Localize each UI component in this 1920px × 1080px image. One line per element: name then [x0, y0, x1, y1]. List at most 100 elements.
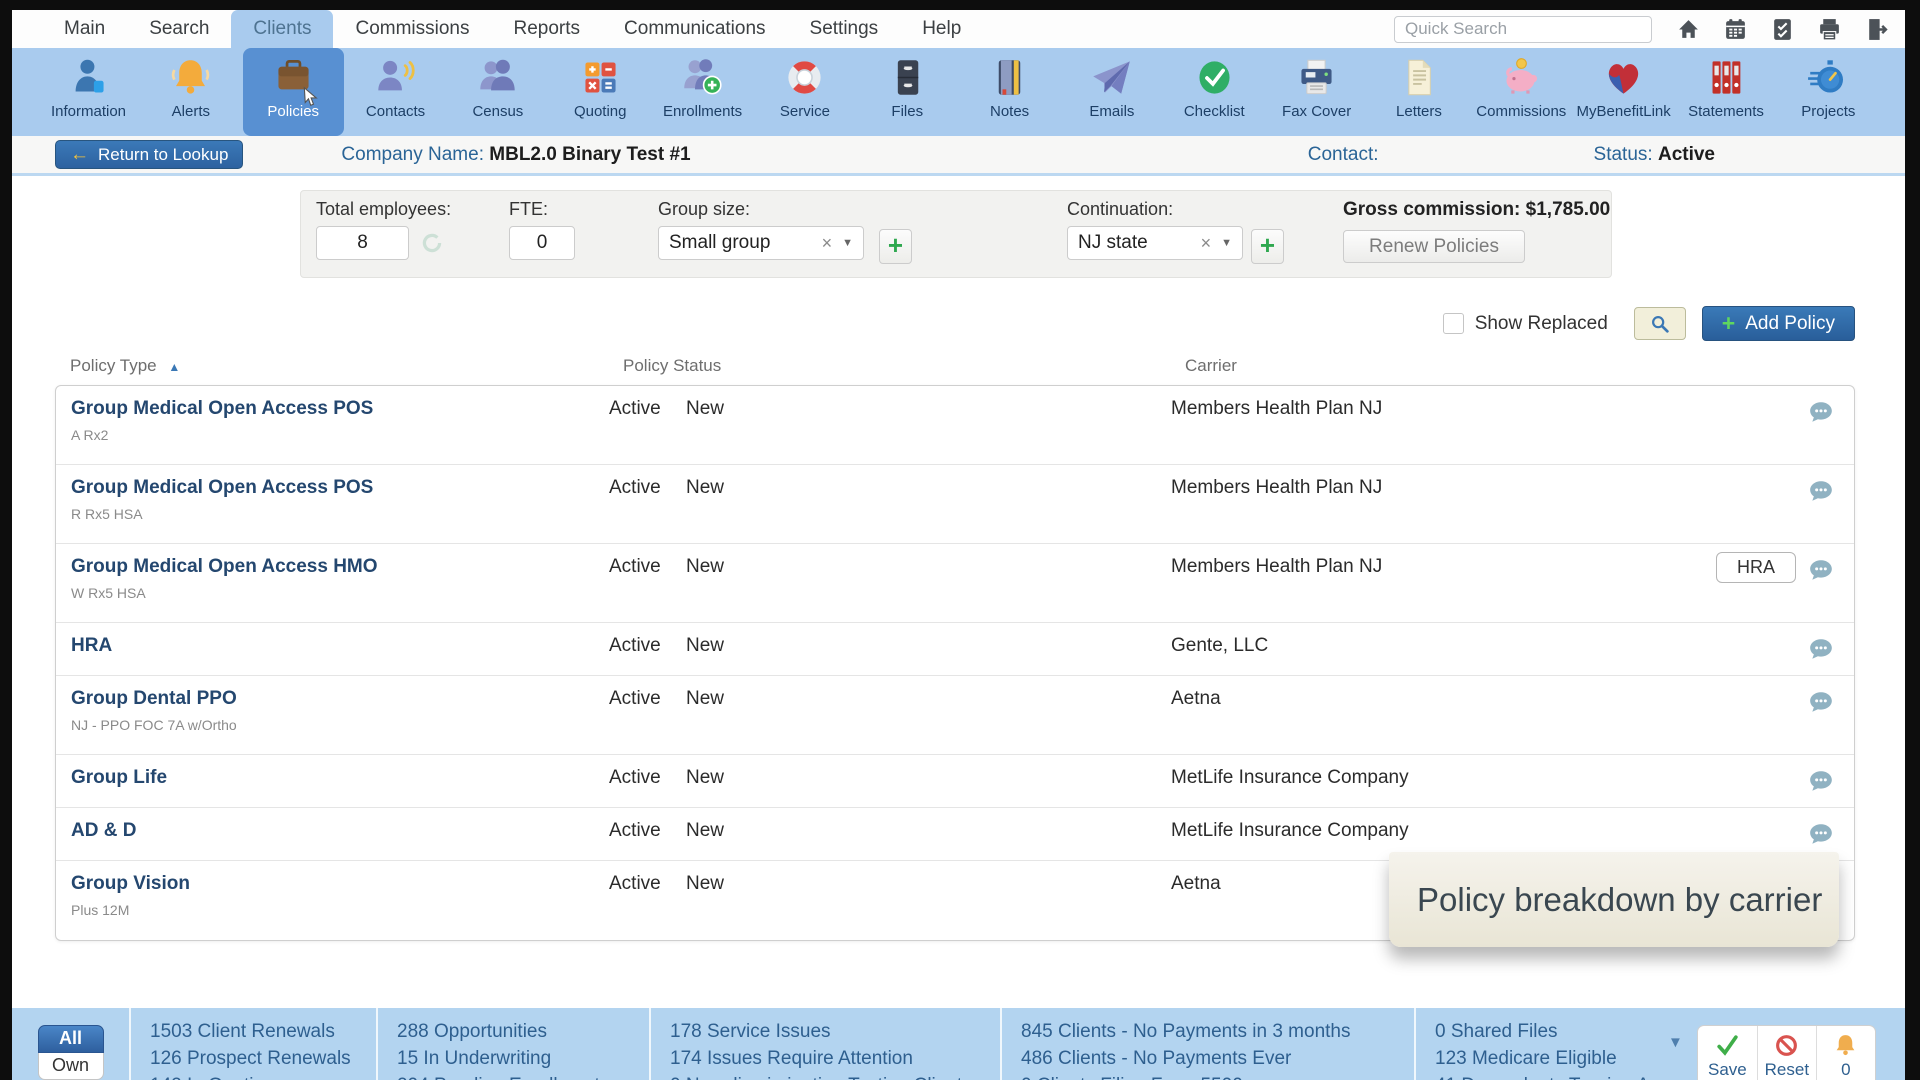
chat-bubble-icon[interactable]: [1808, 636, 1834, 662]
statusbar-link[interactable]: 123 Medicare Eligible: [1435, 1045, 1666, 1072]
continuation-select[interactable]: NJ state × ▼: [1067, 226, 1243, 260]
toolbar-item-contacts[interactable]: Contacts: [345, 48, 446, 136]
policy-type-link[interactable]: Group Medical Open Access POS: [71, 398, 373, 419]
statusbar-link[interactable]: 0 Shared Files: [1435, 1018, 1666, 1045]
quick-search-input[interactable]: [1394, 16, 1652, 43]
column-header-policy-status[interactable]: Policy Status: [623, 356, 1185, 376]
toolbar-item-checklist[interactable]: Checklist: [1164, 48, 1265, 136]
clear-icon[interactable]: ×: [1201, 233, 1212, 254]
topbar-icons: [1676, 17, 1889, 42]
toolbar-item-information[interactable]: Information: [38, 48, 139, 136]
toolbar-item-service[interactable]: Service: [754, 48, 855, 136]
add-group-size-button[interactable]: +: [879, 229, 912, 264]
toolbar-item-emails[interactable]: Emails: [1061, 48, 1162, 136]
chat-bubble-icon[interactable]: [1808, 557, 1834, 583]
statusbar-link[interactable]: 845 Clients - No Payments in 3 months: [1021, 1018, 1414, 1045]
statusbar-filter-own[interactable]: Own: [38, 1053, 104, 1080]
statusbar-link[interactable]: 294 Pending Enrollments: [397, 1072, 649, 1080]
menu-item-commissions[interactable]: Commissions: [333, 10, 491, 48]
statusbar-link[interactable]: 41 Dependents Turning Age: [1435, 1072, 1666, 1080]
renew-policies-button[interactable]: Renew Policies: [1343, 230, 1525, 263]
context-right: Contact: Status: Active: [1308, 144, 1715, 166]
menu-item-search[interactable]: Search: [127, 10, 231, 48]
context-bar: ← Return to Lookup Company Name: MBL2.0 …: [12, 136, 1905, 176]
group-size-value: Small group: [669, 232, 808, 254]
show-replaced-checkbox[interactable]: [1443, 313, 1464, 334]
toolbar-item-census[interactable]: Census: [447, 48, 548, 136]
policy-type-link[interactable]: Group Dental PPO: [71, 688, 237, 709]
return-to-lookup-button[interactable]: ← Return to Lookup: [55, 140, 243, 169]
add-policy-button[interactable]: + Add Policy: [1702, 306, 1855, 341]
group-size-select[interactable]: Small group × ▼: [658, 226, 864, 260]
tasks-icon[interactable]: [1770, 17, 1795, 42]
statusbar-link[interactable]: 1503 Client Renewals: [150, 1018, 376, 1045]
toolbar-item-files[interactable]: Files: [857, 48, 958, 136]
calculator-icon: [579, 56, 622, 99]
calendar-icon[interactable]: [1723, 17, 1748, 42]
menu-item-clients[interactable]: Clients: [231, 10, 333, 48]
column-header-carrier[interactable]: Carrier: [1185, 356, 1855, 376]
policy-type-link[interactable]: HRA: [71, 635, 112, 656]
statusbar-link[interactable]: 0 Non-discrimination Testing Clients: [670, 1072, 1000, 1080]
policy-type-link[interactable]: Group Life: [71, 767, 167, 788]
toolbar-item-quoting[interactable]: Quoting: [550, 48, 651, 136]
add-continuation-button[interactable]: +: [1251, 229, 1284, 264]
policy-type-link[interactable]: Group Medical Open Access HMO: [71, 556, 378, 577]
chat-bubble-icon[interactable]: [1808, 821, 1834, 847]
statusbar-link[interactable]: 0 Clients Filing Form 5500: [1021, 1072, 1414, 1080]
menu-item-reports[interactable]: Reports: [492, 10, 603, 48]
chat-bubble-icon[interactable]: [1808, 478, 1834, 504]
plane-icon: [1090, 56, 1133, 99]
home-icon[interactable]: [1676, 17, 1701, 42]
clear-icon[interactable]: ×: [822, 233, 833, 254]
statusbar-link[interactable]: 174 Issues Require Attention: [670, 1045, 1000, 1072]
policy-type-link[interactable]: Group Medical Open Access POS: [71, 477, 373, 498]
statusbar-link[interactable]: 126 Prospect Renewals: [150, 1045, 376, 1072]
statusbar-filter-all[interactable]: All: [38, 1025, 104, 1053]
menu-item-help[interactable]: Help: [900, 10, 983, 48]
chevron-down-icon[interactable]: ▼: [842, 237, 853, 249]
toolbar-item-statements[interactable]: Statements: [1676, 48, 1777, 136]
total-employees-input[interactable]: [316, 226, 409, 260]
search-policies-button[interactable]: [1634, 307, 1686, 340]
toolbar-item-letters[interactable]: Letters: [1368, 48, 1469, 136]
statusbar-buttons: Save Reset 0: [1697, 1025, 1876, 1080]
menu-item-settings[interactable]: Settings: [788, 10, 901, 48]
toolbar-item-policies[interactable]: Policies: [243, 48, 344, 136]
statusbar-link[interactable]: 288 Opportunities: [397, 1018, 649, 1045]
menu-item-main[interactable]: Main: [42, 10, 127, 48]
chat-bubble-icon[interactable]: [1808, 768, 1834, 794]
fte-input[interactable]: [509, 226, 575, 260]
save-button[interactable]: Save: [1698, 1026, 1757, 1080]
binders-icon: [1705, 56, 1748, 99]
toolbar-item-notes[interactable]: Notes: [959, 48, 1060, 136]
statusbar-expand-caret[interactable]: ▼: [1668, 1034, 1683, 1080]
reset-button[interactable]: Reset: [1757, 1026, 1816, 1080]
fte-group: FTE:: [509, 199, 575, 260]
exit-icon[interactable]: [1864, 17, 1889, 42]
policy-plan-subtext: NJ - PPO FOC 7A w/Ortho: [71, 717, 609, 733]
statusbar-link[interactable]: 178 Service Issues: [670, 1018, 1000, 1045]
enroll-icon: [681, 56, 724, 99]
toolbar-item-alerts[interactable]: Alerts: [140, 48, 241, 136]
menu-item-communications[interactable]: Communications: [602, 10, 788, 48]
statusbar-link[interactable]: 15 In Underwriting: [397, 1045, 649, 1072]
statusbar-link[interactable]: 142 In Quoting: [150, 1072, 376, 1080]
alerts-count-button[interactable]: 0: [1816, 1026, 1875, 1080]
chat-bubble-icon[interactable]: [1808, 689, 1834, 715]
chevron-down-icon[interactable]: ▼: [1221, 237, 1232, 249]
policy-type-link[interactable]: AD & D: [71, 820, 136, 841]
print-icon[interactable]: [1817, 17, 1842, 42]
refresh-icon[interactable]: [419, 230, 445, 256]
policy-type-link[interactable]: Group Vision: [71, 873, 190, 894]
toolbar-item-enrollments[interactable]: Enrollments: [652, 48, 753, 136]
policy-substatus: New: [686, 477, 1171, 543]
toolbar-item-mybenefitlink[interactable]: MyBenefitLink: [1573, 48, 1674, 136]
statusbar-link[interactable]: 486 Clients - No Payments Ever: [1021, 1045, 1414, 1072]
column-header-policy-type[interactable]: Policy Type ▲: [55, 356, 623, 376]
toolbar-item-fax-cover[interactable]: Fax Cover: [1266, 48, 1367, 136]
chat-bubble-icon[interactable]: [1808, 399, 1834, 425]
toolbar-item-projects[interactable]: Projects: [1778, 48, 1879, 136]
policy-status: Active: [609, 820, 686, 860]
toolbar-item-commissions[interactable]: Commissions: [1471, 48, 1572, 136]
